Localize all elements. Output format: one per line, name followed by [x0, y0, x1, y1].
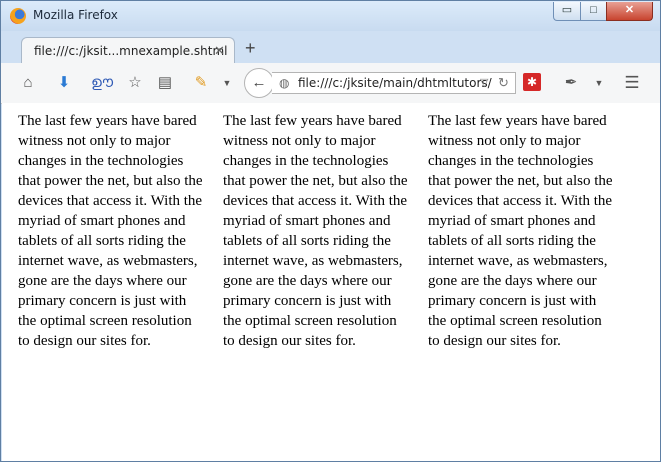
minimize-button[interactable]: ▭ — [553, 2, 581, 21]
chevron-down-icon[interactable]: ▼ — [218, 74, 236, 92]
text-column-1: The last few years have bared witness no… — [18, 113, 203, 349]
maximize-button[interactable]: □ — [580, 2, 607, 21]
navigation-toolbar: ⌂ ⬇ ഊ ☆ ▤ ✎ ▼ ← ◍ file:///c:/jksite/main… — [1, 63, 660, 104]
url-bar[interactable]: ◍ file:///c:/jksite/main/dhtmltutors/ ▽ … — [272, 72, 516, 94]
chevron-down-icon[interactable]: ▼ — [590, 74, 608, 92]
url-text[interactable]: file:///c:/jksite/main/dhtmltutors/ — [298, 76, 492, 90]
firefox-logo-icon — [10, 8, 26, 24]
text-column-3: The last few years have bared witness no… — [428, 113, 613, 349]
hamburger-menu-icon[interactable]: ☰ — [623, 74, 641, 92]
tab-label: file:///c:/jksit...mnexample.shtml — [34, 44, 228, 58]
close-button[interactable]: ✕ — [606, 2, 653, 21]
globe-icon: ◍ — [279, 76, 290, 90]
home-icon[interactable]: ⌂ — [19, 74, 37, 92]
title-bar: Mozilla Firefox ▭ □ ✕ — [1, 1, 660, 31]
pencil-icon[interactable]: ✎ — [192, 74, 210, 92]
url-dropdown-icon[interactable]: ▽ — [480, 76, 488, 89]
window-title: Mozilla Firefox — [33, 8, 118, 22]
new-tab-button[interactable]: + — [245, 38, 256, 59]
tab-active[interactable]: file:///c:/jksit...mnexample.shtml ✕ — [21, 37, 235, 65]
eyedropper-icon[interactable]: ✒ — [562, 74, 580, 92]
addon-icon[interactable]: ✱ — [523, 73, 541, 91]
tab-strip: file:///c:/jksit...mnexample.shtml ✕ + — [1, 31, 660, 65]
reading-list-icon[interactable]: ▤ — [156, 74, 174, 92]
download-icon[interactable]: ⬇ — [55, 74, 73, 92]
text-column-2: The last few years have bared witness no… — [223, 113, 408, 349]
reload-icon[interactable]: ↻ — [498, 75, 509, 91]
back-button[interactable]: ← — [244, 68, 274, 98]
tab-close-icon[interactable]: ✕ — [214, 43, 225, 59]
browser-window: Mozilla Firefox ▭ □ ✕ file:///c:/jksit..… — [0, 0, 661, 462]
extension-icon[interactable]: ഊ — [91, 74, 113, 92]
page-content: The last few years have bared witness no… — [2, 103, 660, 461]
bookmark-star-icon[interactable]: ☆ — [126, 74, 144, 92]
